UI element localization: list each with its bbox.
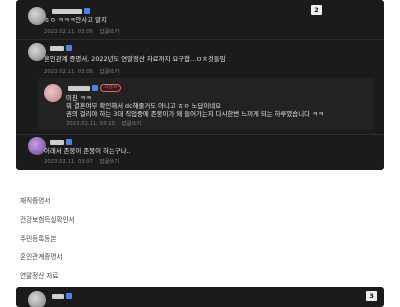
masked-nickname[interactable] [50,46,64,51]
masked-nickname[interactable] [52,9,82,14]
user-level-icon [66,45,72,51]
comment-meta: 2023.02.11. 03:10 답글쓰기 [66,119,146,127]
user-avatar[interactable] [28,291,46,307]
comment-thread-panel: 3 [16,287,384,307]
comment-meta: 2023.02.11. 03:07 답글쓰기 [44,157,124,165]
comment-date: 2023.02.11. 03:10 [66,121,115,127]
document-item: 혼인관계증명서 [20,253,63,261]
author-avatar[interactable] [44,84,62,102]
divider [16,134,384,135]
user-level-icon [66,139,72,145]
reply-button[interactable]: 답글쓰기 [100,159,120,165]
divider [16,39,384,40]
comment-date: 2023.02.11. 03:07 [44,159,93,165]
comment-text: 이래서 존붕이 존붕이 하는구나.. [44,147,131,155]
document-item: 연말정산 자료 [20,272,59,280]
comment-meta: 2023.02.11. 03:06 답글쓰기 [44,67,124,75]
user-level-icon [66,293,72,299]
comment-date: 2023.02.11. 03:06 [44,29,93,35]
reply-button[interactable]: 답글쓰기 [100,29,120,35]
document-item: 건강보험득실확인서 [20,216,75,224]
masked-nickname[interactable] [68,86,90,91]
comment-meta: 2023.02.11. 03:06 답글쓰기 [44,27,124,35]
reply-button[interactable]: 답글쓰기 [100,69,120,75]
comment-text: ㅎㅇ ㅋㅋㅋ안사고 말지 [44,16,107,24]
author-tag: 작성자 [100,84,122,92]
user-level-icon [84,8,90,14]
reply-text-line3: 권의 걸리야 하는 3대 직업중에 존붕이가 왜 들어가는지 다시한번 느끼게 … [66,110,324,118]
comment-thread-panel: ㅎㅇ ㅋㅋㅋ안사고 말지 2023.02.11. 03:06 답글쓰기 2 혼인… [16,0,384,170]
reply-button[interactable]: 답글쓰기 [122,121,142,127]
masked-nickname[interactable] [52,294,64,299]
masked-nickname[interactable] [50,140,64,145]
comment-date: 2023.02.11. 03:06 [44,69,93,75]
comment-count-badge[interactable]: 2 [311,5,322,15]
document-item: 주민등록등본 [20,235,57,243]
comment-text: 혼인관계 증명서, 2022년도 연말정산 자료까지 요구함...ㅁㅊ것들임 [44,55,226,63]
document-item: 재직증명서 [20,197,51,205]
user-level-icon [92,85,98,91]
